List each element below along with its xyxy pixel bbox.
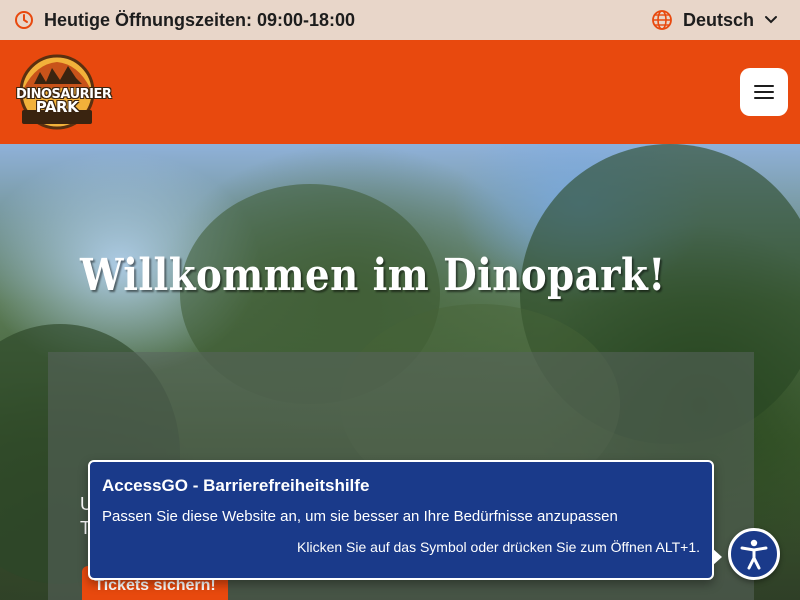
dinosaurierpark-logo[interactable]: DINOSAURIER PARK (16, 54, 112, 130)
chevron-down-icon (764, 13, 778, 27)
logo-text: DINOSAURIER PARK (16, 87, 112, 116)
hamburger-menu-icon (753, 83, 775, 101)
opening-hours: Heutige Öffnungszeiten: 09:00-18:00 (14, 10, 355, 31)
globe-icon (651, 9, 673, 31)
accessibility-tooltip-title: AccessGO - Barrierefreiheitshilfe (102, 476, 370, 495)
accessibility-tooltip-description: Passen Sie diese Website an, um sie bess… (102, 508, 618, 525)
opening-hours-bar: Heutige Öffnungszeiten: 09:00-18:00 Deut… (0, 0, 800, 40)
language-selector[interactable]: Deutsch (651, 9, 778, 31)
site-header: DINOSAURIER PARK (0, 40, 800, 144)
accessibility-icon (737, 537, 771, 571)
language-label: Deutsch (682, 9, 754, 30)
tooltip-arrow (712, 548, 722, 566)
menu-button[interactable] (740, 68, 788, 116)
clock-icon (14, 10, 34, 30)
accessibility-tooltip: AccessGO - Barrierefreiheitshilfe Passen… (88, 460, 722, 580)
accessibility-button[interactable] (728, 528, 780, 580)
hero-title: Willkommen im Dinopark! (80, 250, 666, 301)
opening-hours-label: Heutige Öffnungszeiten: 09:00-18:00 (44, 9, 356, 30)
accessibility-tooltip-hint: Klicken Sie auf das Symbol oder drücken … (297, 539, 700, 555)
